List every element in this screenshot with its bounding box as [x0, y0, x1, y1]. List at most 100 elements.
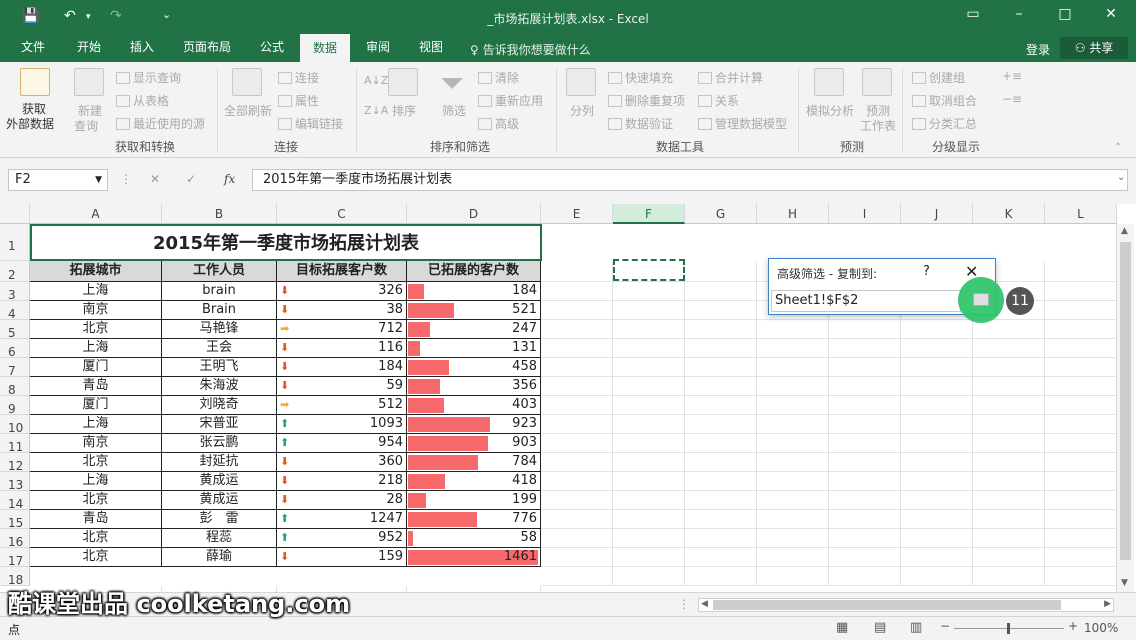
- empty-cell[interactable]: [685, 339, 757, 358]
- empty-cell[interactable]: [901, 453, 973, 472]
- tab-data[interactable]: 数据: [300, 34, 350, 62]
- empty-cell[interactable]: [973, 567, 1045, 586]
- empty-cell[interactable]: [829, 548, 901, 567]
- scroll-down-icon[interactable]: ▼: [1121, 578, 1128, 588]
- empty-cell[interactable]: [973, 491, 1045, 510]
- target-cell[interactable]: ⬇ 218: [277, 472, 407, 491]
- scroll-right-icon[interactable]: ▶: [1104, 599, 1111, 609]
- empty-cell[interactable]: [829, 434, 901, 453]
- empty-cell[interactable]: [973, 434, 1045, 453]
- empty-cell[interactable]: [1045, 415, 1117, 434]
- sheet-title[interactable]: 2015年第一季度市场拓展计划表: [30, 224, 542, 261]
- minimize-button[interactable]: –: [1004, 6, 1034, 26]
- login-link[interactable]: 登录: [1026, 41, 1050, 58]
- empty-cell[interactable]: [757, 377, 829, 396]
- ribbon-display-icon[interactable]: ▭: [958, 6, 988, 26]
- empty-cell[interactable]: [685, 396, 757, 415]
- row-header[interactable]: 7: [0, 358, 30, 378]
- empty-cell[interactable]: [613, 358, 685, 377]
- row-header[interactable]: 13: [0, 472, 30, 492]
- city-cell[interactable]: 南京: [30, 301, 162, 320]
- empty-cell[interactable]: [973, 472, 1045, 491]
- city-cell[interactable]: 北京: [30, 529, 162, 548]
- name-box[interactable]: F2 ▼: [8, 169, 108, 191]
- header-cell[interactable]: 工作人员: [162, 261, 277, 282]
- horizontal-scroll-thumb[interactable]: [713, 600, 1061, 610]
- empty-cell[interactable]: [973, 415, 1045, 434]
- text-to-columns-icon[interactable]: [566, 68, 596, 96]
- column-header[interactable]: A: [30, 204, 162, 224]
- empty-cell[interactable]: [541, 396, 613, 415]
- target-cell[interactable]: ⬇ 28: [277, 491, 407, 510]
- city-cell[interactable]: 北京: [30, 453, 162, 472]
- tab-home[interactable]: 开始: [64, 34, 114, 62]
- row-header[interactable]: 17: [0, 548, 30, 568]
- empty-cell[interactable]: [901, 491, 973, 510]
- empty-cell[interactable]: [613, 301, 685, 320]
- column-header[interactable]: D: [407, 204, 541, 224]
- empty-cell[interactable]: [901, 358, 973, 377]
- empty-cell[interactable]: [757, 491, 829, 510]
- staff-cell[interactable]: 朱海波: [162, 377, 277, 396]
- refresh-all-icon[interactable]: [232, 68, 262, 96]
- city-cell[interactable]: 青岛: [30, 377, 162, 396]
- empty-cell[interactable]: [901, 510, 973, 529]
- staff-cell[interactable]: 薛瑜: [162, 548, 277, 567]
- scroll-left-icon[interactable]: ◀: [701, 599, 708, 609]
- page-layout-view-icon[interactable]: ▤: [874, 620, 886, 635]
- target-cell[interactable]: ⬇ 326: [277, 282, 407, 301]
- city-cell[interactable]: 上海: [30, 415, 162, 434]
- empty-cell[interactable]: [901, 548, 973, 567]
- show-detail-icon[interactable]: +≡: [1002, 69, 1022, 83]
- empty-cell[interactable]: [613, 396, 685, 415]
- refresh-all-button[interactable]: 全部刷新: [224, 102, 272, 119]
- reapply-button[interactable]: 重新应用: [478, 92, 543, 109]
- row-header[interactable]: 1: [0, 224, 30, 261]
- empty-cell[interactable]: [901, 377, 973, 396]
- empty-cell[interactable]: [829, 320, 901, 339]
- column-header[interactable]: I: [829, 204, 901, 224]
- row-header[interactable]: 15: [0, 510, 30, 530]
- done-cell[interactable]: 418: [407, 472, 541, 491]
- empty-cell[interactable]: [829, 472, 901, 491]
- staff-cell[interactable]: brain: [162, 282, 277, 301]
- empty-cell[interactable]: [973, 453, 1045, 472]
- empty-cell[interactable]: [541, 377, 613, 396]
- target-cell[interactable]: ⬇ 38: [277, 301, 407, 320]
- remove-duplicates-button[interactable]: 删除重复项: [608, 92, 685, 109]
- empty-cell[interactable]: [829, 339, 901, 358]
- empty-cell[interactable]: [541, 282, 613, 301]
- tab-page-layout[interactable]: 页面布局: [176, 34, 238, 62]
- empty-cell[interactable]: [757, 529, 829, 548]
- manage-data-model-button[interactable]: 管理数据模型: [698, 115, 787, 132]
- empty-cell[interactable]: [757, 453, 829, 472]
- empty-cell[interactable]: [541, 261, 613, 282]
- group-button[interactable]: 创建组: [912, 69, 965, 86]
- tab-formulas[interactable]: 公式: [248, 34, 296, 62]
- hide-detail-icon[interactable]: −≡: [1002, 92, 1022, 106]
- what-if-icon[interactable]: [814, 68, 844, 96]
- copy-to-range-input[interactable]: Sheet1!$F$2: [771, 290, 961, 312]
- tab-file[interactable]: 文件: [10, 34, 56, 62]
- empty-cell[interactable]: [1045, 548, 1117, 567]
- column-header[interactable]: B: [162, 204, 277, 224]
- done-cell[interactable]: 403: [407, 396, 541, 415]
- sort-ascending-icon[interactable]: A↓Z: [364, 74, 388, 87]
- empty-cell[interactable]: [613, 282, 685, 301]
- row-header[interactable]: 4: [0, 301, 30, 321]
- expand-dialog-button[interactable]: [958, 277, 1004, 323]
- empty-cell[interactable]: [1045, 339, 1117, 358]
- done-cell[interactable]: 923: [407, 415, 541, 434]
- empty-cell[interactable]: [973, 548, 1045, 567]
- done-cell[interactable]: 903: [407, 434, 541, 453]
- empty-cell[interactable]: [901, 529, 973, 548]
- get-external-data-icon[interactable]: [20, 68, 50, 96]
- done-cell[interactable]: 131: [407, 339, 541, 358]
- staff-cell[interactable]: 王明飞: [162, 358, 277, 377]
- expand-formula-bar-icon[interactable]: ⌄: [1117, 172, 1125, 183]
- empty-cell[interactable]: [973, 377, 1045, 396]
- empty-cell[interactable]: [829, 567, 901, 586]
- empty-cell[interactable]: [541, 510, 613, 529]
- target-cell[interactable]: ⬆ 954: [277, 434, 407, 453]
- help-icon[interactable]: ?: [923, 264, 930, 279]
